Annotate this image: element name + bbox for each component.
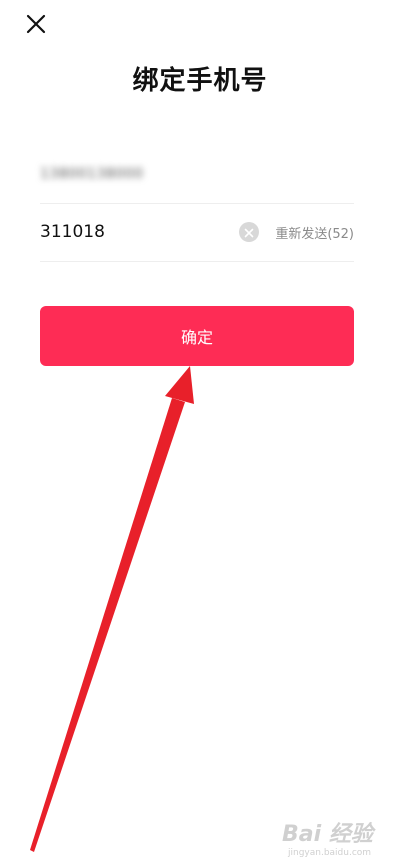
verification-code-row: 重新发送(52) [40,203,354,262]
watermark-url: jingyan.baidu.com [288,848,372,858]
annotation-arrow [30,366,194,852]
phone-number-value: 13800138000 [40,166,144,182]
phone-number-row[interactable]: 13800138000 [40,145,354,204]
confirm-button[interactable]: 确定 [40,306,354,366]
arrow-shaft [30,398,185,852]
clear-input-button[interactable] [239,222,260,242]
close-button[interactable] [20,10,52,42]
page-title: 绑定手机号 [132,66,268,96]
resend-code-button[interactable]: 重新发送(52) [275,223,354,242]
verification-code-input[interactable] [40,217,220,247]
baidu-watermark: Bai 经验 jingyan.baidu.com [282,823,392,863]
arrow-head [165,366,194,404]
close-icon [26,14,46,38]
clear-icon [244,223,254,242]
watermark-logo: Bai 经验 [282,822,373,847]
